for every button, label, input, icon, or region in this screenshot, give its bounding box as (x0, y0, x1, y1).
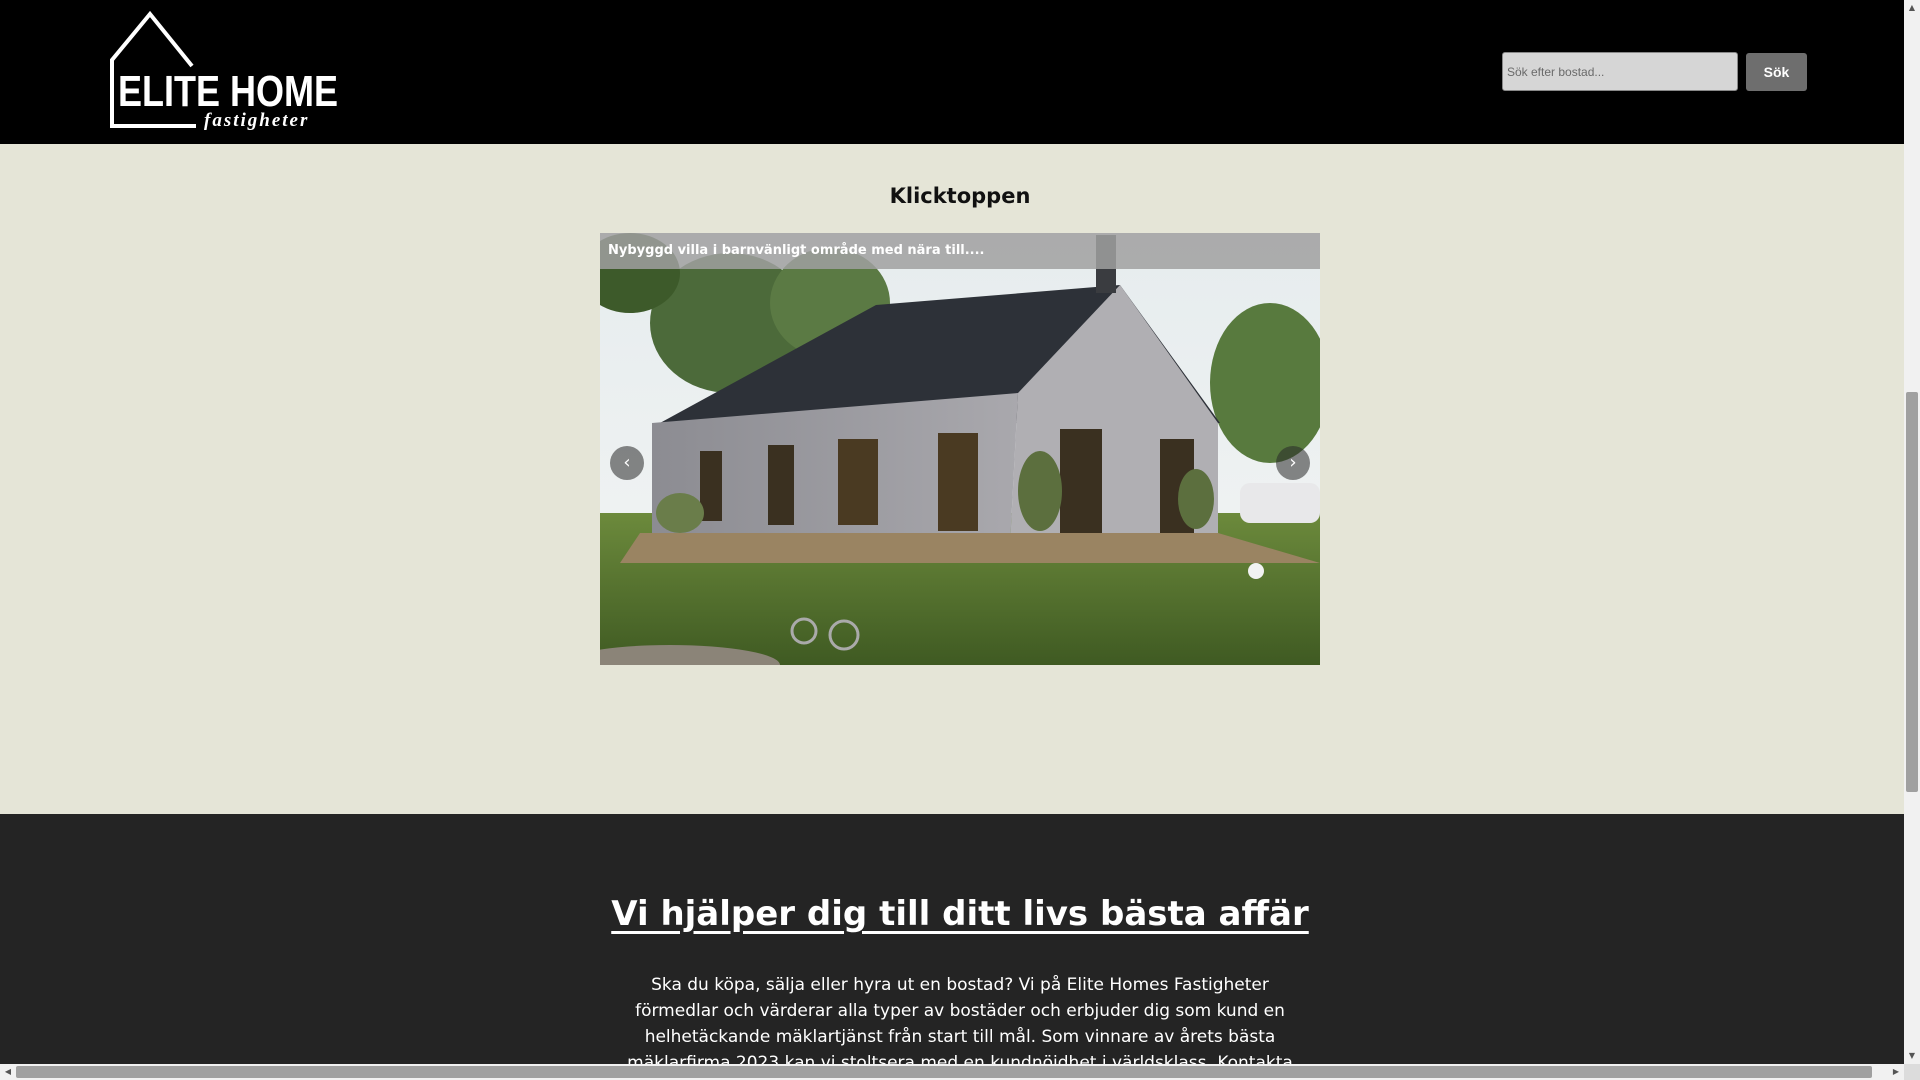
vertical-scrollbar[interactable]: ▲ ▼ (1904, 0, 1920, 1064)
scrollbar-corner (1904, 1064, 1920, 1080)
logo-text-main: ELITE HOME (118, 67, 338, 116)
carousel-next-button[interactable]: › (1276, 446, 1310, 480)
vertical-scroll-thumb[interactable] (1906, 392, 1918, 792)
site-header: ELITE HOME fastigheter Sök (0, 0, 1904, 144)
scroll-down-arrow-icon[interactable]: ▼ (1904, 1048, 1920, 1064)
about-section: Vi hjälper dig till ditt livs bästa affä… (0, 814, 1904, 1080)
slide-caption[interactable]: Nybyggd villa i barnvänligt område med n… (608, 243, 984, 258)
search-input[interactable] (1502, 52, 1738, 91)
scroll-right-arrow-icon[interactable]: ▶ (1888, 1064, 1904, 1080)
featured-title: Klicktoppen (889, 184, 1031, 208)
slide-caption-bar: Nybyggd villa i barnvänligt område med n… (600, 233, 1320, 269)
elite-home-logo[interactable]: ELITE HOME fastigheter (104, 10, 344, 131)
horizontal-scrollbar[interactable]: ◀ ▶ (0, 1064, 1904, 1080)
scroll-up-arrow-icon[interactable]: ▲ (1904, 0, 1920, 16)
carousel[interactable]: Nybyggd villa i barnvänligt område med n… (600, 233, 1320, 665)
slide-image[interactable] (600, 233, 1320, 665)
scroll-left-arrow-icon[interactable]: ◀ (0, 1064, 16, 1080)
horizontal-scroll-thumb[interactable] (16, 1066, 1872, 1078)
search-button[interactable]: Sök (1746, 53, 1807, 91)
page: ELITE HOME fastigheter Sök Klicktoppen (0, 0, 1920, 1080)
chevron-left-icon: ‹ (623, 452, 631, 473)
logo-text-sub: fastigheter (204, 110, 309, 130)
chevron-right-icon: › (1289, 452, 1297, 473)
about-title: Vi hjälper dig till ditt livs bästa affä… (611, 894, 1309, 934)
carousel-prev-button[interactable]: ‹ (610, 446, 644, 480)
featured-section: Klicktoppen Nybyggd villa i barnvänligt … (0, 144, 1904, 839)
logo-house-icon: ELITE HOME fastigheter (110, 10, 338, 131)
